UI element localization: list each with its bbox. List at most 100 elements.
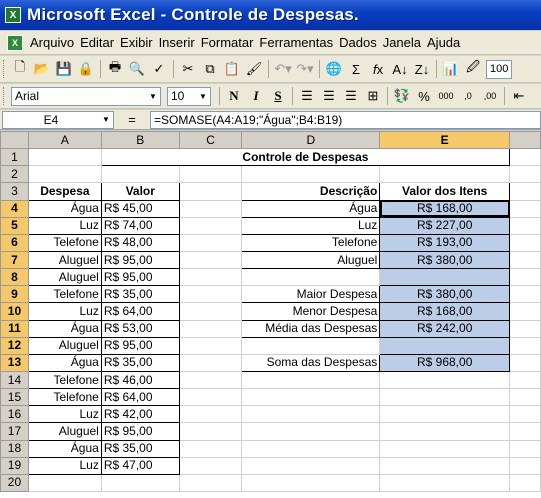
column-header-c[interactable]: C [178,131,243,150]
expense-name[interactable]: Luz [27,456,102,475]
expense-name[interactable]: Telefone [27,370,102,390]
font-name-select[interactable]: Arial ▼ [11,86,161,106]
cell-e[interactable] [379,422,511,441]
expense-name[interactable]: Aluguel [27,268,102,287]
summary-label[interactable] [241,268,381,287]
summary-value[interactable]: R$ 242,00 [379,319,511,338]
percent-icon[interactable]: % [413,85,435,107]
toolbar-grip[interactable] [3,60,6,78]
menu-dados[interactable]: Dados [336,35,380,50]
menu-ajuda[interactable]: Ajuda [424,35,463,50]
cell-f[interactable] [509,250,541,270]
font-size-select[interactable]: 10 ▼ [167,86,211,106]
cell-c[interactable] [178,439,243,458]
summary-label[interactable]: Luz [241,216,381,235]
header-despesa[interactable]: Despesa [27,182,102,201]
copy-icon[interactable]: ⧉ [199,58,221,80]
cell-f[interactable] [509,439,541,458]
cell-c[interactable] [178,370,243,390]
expense-name[interactable]: Água [27,353,102,372]
sort-descending-icon[interactable]: Z↓ [411,58,433,80]
header-valor[interactable]: Valor [100,182,180,201]
column-header-a[interactable]: A [27,131,102,150]
hyperlink-icon[interactable]: 🌐 [323,58,345,80]
expense-value[interactable]: R$ 95,00 [100,422,180,441]
name-box[interactable]: E4 ▼ [2,110,114,129]
cell-d[interactable] [241,439,381,458]
summary-label[interactable]: Média das Despesas [241,319,381,338]
cut-icon[interactable]: ✂ [177,58,199,80]
expense-name[interactable]: Telefone [27,285,102,304]
cell-c[interactable] [178,336,243,355]
cell-c[interactable] [178,302,243,321]
row-header[interactable]: 20 [0,473,29,492]
cell-c[interactable] [178,388,243,407]
expense-value[interactable]: R$ 95,00 [100,250,180,270]
summary-label[interactable]: Água [241,199,381,218]
column-header-b[interactable]: B [100,131,180,150]
cell[interactable] [509,165,541,184]
expense-value[interactable]: R$ 42,00 [100,405,180,424]
cell[interactable] [27,165,102,184]
row-header[interactable]: 9 [0,285,29,304]
menu-ferramentas[interactable]: Ferramentas [256,35,336,50]
chevron-down-icon[interactable]: ▼ [146,88,160,105]
expense-value[interactable]: R$ 53,00 [100,319,180,338]
summary-label[interactable] [241,336,381,355]
cell-f[interactable] [509,353,541,372]
save-icon[interactable]: 💾 [53,58,75,80]
cell[interactable] [241,165,381,184]
summary-value[interactable]: R$ 380,00 [379,250,511,270]
cell[interactable] [379,473,511,492]
menu-exibir[interactable]: Exibir [117,35,156,50]
workbook-icon[interactable]: X [7,34,23,51]
excel-app-icon[interactable]: X [5,7,21,23]
cell-f[interactable] [509,422,541,441]
cell-d[interactable] [241,370,381,390]
cell-f[interactable] [509,388,541,407]
expense-value[interactable]: R$ 74,00 [100,216,180,235]
cell-f[interactable] [509,285,541,304]
align-center-icon[interactable]: ☰ [318,85,340,107]
cell-f[interactable] [509,456,541,475]
row-header[interactable]: 18 [0,439,29,458]
row-header[interactable]: 15 [0,388,29,407]
cell-d[interactable] [241,456,381,475]
expense-name[interactable]: Telefone [27,233,102,252]
chart-wizard-icon[interactable]: 📊 [440,58,462,80]
cell-f[interactable] [509,148,541,167]
cell-e[interactable] [379,388,511,407]
decrease-decimal-icon[interactable]: ,00 [479,85,501,107]
expense-value[interactable]: R$ 95,00 [100,336,180,355]
summary-value[interactable]: R$ 968,00 [379,353,511,372]
row-header[interactable]: 13 [0,353,29,372]
expense-value[interactable]: R$ 35,00 [100,353,180,372]
expense-value[interactable]: R$ 35,00 [100,285,180,304]
align-left-icon[interactable]: ☰ [296,85,318,107]
row-header[interactable]: 11 [0,319,29,338]
toolbar-grip[interactable] [3,87,6,105]
merge-center-icon[interactable]: ⊞ [362,85,384,107]
header-descricao[interactable]: Descrição [241,182,381,201]
cell-f[interactable] [509,216,541,235]
expense-value[interactable]: R$ 64,00 [100,388,180,407]
expense-name[interactable]: Luz [27,302,102,321]
expense-name[interactable]: Água [27,199,102,218]
cell[interactable] [100,165,180,184]
cell-a1[interactable] [27,148,102,167]
menu-arquivo[interactable]: Arquivo [27,35,77,50]
summary-value[interactable] [379,336,511,355]
summary-label[interactable]: Telefone [241,233,381,252]
expense-value[interactable]: R$ 48,00 [100,233,180,252]
expense-name[interactable]: Aluguel [27,422,102,441]
cell-e[interactable] [379,370,511,390]
cell-c[interactable] [178,268,243,287]
summary-value[interactable]: R$ 168,00 [379,199,511,218]
summary-label[interactable]: Menor Despesa [241,302,381,321]
summary-value[interactable]: R$ 227,00 [379,216,511,235]
formula-input[interactable]: =SOMASE(A4:A19;"Água";B4:B19) [150,110,541,129]
summary-label[interactable]: Soma das Despesas [241,353,381,372]
chevron-down-icon[interactable]: ▼ [196,88,210,105]
new-document-icon[interactable]: 🗋 [9,58,31,80]
expense-value[interactable]: R$ 35,00 [100,439,180,458]
